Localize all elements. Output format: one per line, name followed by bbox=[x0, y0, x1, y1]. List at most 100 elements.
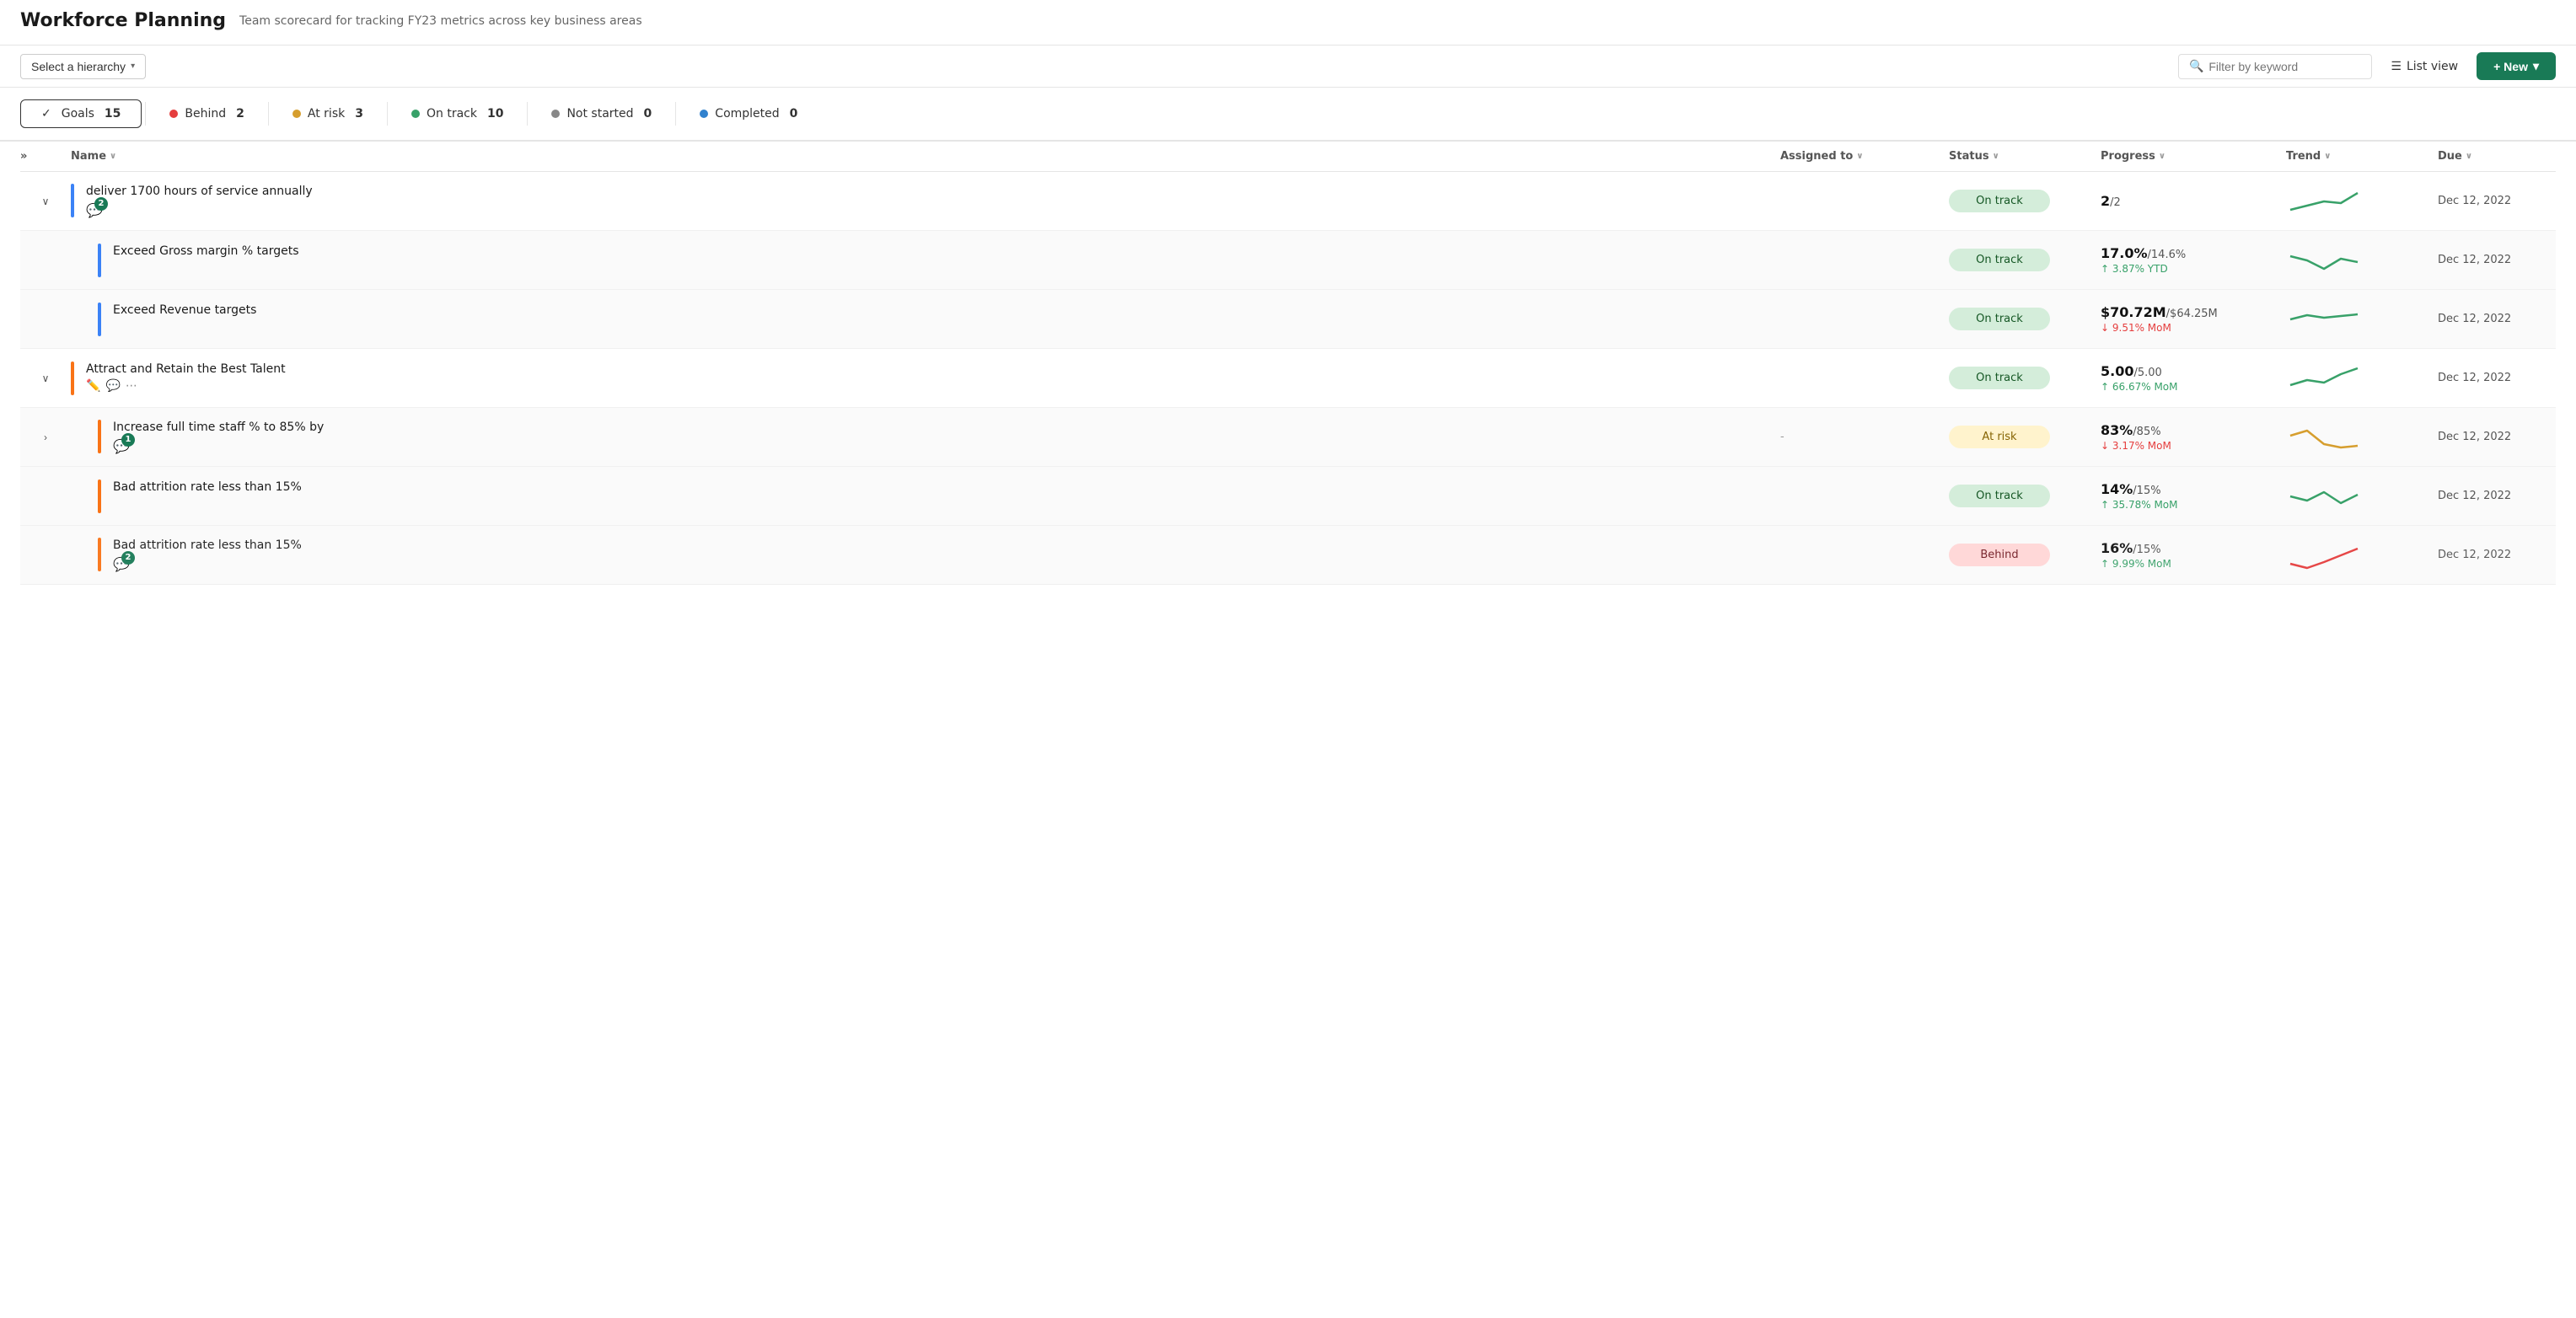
new-button-label: + New bbox=[2493, 60, 2528, 73]
row4-name: Attract and Retain the Best Talent bbox=[86, 362, 286, 378]
row2-progress: 17.0%/14.6% ↑ 3.87% YTD bbox=[2101, 245, 2286, 275]
row7-trend bbox=[2286, 538, 2438, 572]
list-view-label: List view bbox=[2407, 60, 2458, 73]
row3-indicator bbox=[98, 303, 101, 336]
row5-progress-sub: ↓ 3.17% MoM bbox=[2101, 440, 2286, 452]
row2-status-badge: On track bbox=[1949, 249, 2050, 271]
edit-icon[interactable]: ✏️ bbox=[86, 379, 100, 393]
goals-count: 15 bbox=[105, 107, 121, 121]
search-input[interactable] bbox=[2208, 60, 2361, 73]
row3-sparkline bbox=[2286, 303, 2370, 336]
row4-collapse-button[interactable]: ∨ bbox=[39, 369, 53, 388]
row3-progress-main: $70.72M bbox=[2101, 304, 2166, 320]
ontrack-count: 10 bbox=[487, 107, 503, 121]
app-header: Workforce Planning Team scorecard for tr… bbox=[0, 0, 2576, 46]
stats-bar: ✓ Goals 15 Behind 2 At risk 3 On track 1… bbox=[0, 88, 2576, 142]
col-assigned-header[interactable]: Assigned to ∨ bbox=[1780, 150, 1949, 163]
col-expand-header: » bbox=[20, 150, 71, 163]
notstarted-stat[interactable]: Not started 0 bbox=[531, 100, 672, 127]
row5-progress: 83%/85% ↓ 3.17% MoM bbox=[2101, 422, 2286, 452]
behind-stat[interactable]: Behind 2 bbox=[149, 100, 265, 127]
completed-label: Completed bbox=[715, 107, 779, 121]
row4-progress-sub: ↑ 66.67% MoM bbox=[2101, 381, 2286, 393]
table-row: Exceed Gross margin % targets On track 1… bbox=[20, 231, 2556, 290]
row2-sparkline bbox=[2286, 244, 2370, 277]
row6-progress-sub: ↑ 35.78% MoM bbox=[2101, 499, 2286, 511]
row7-name: Bad attrition rate less than 15% bbox=[113, 538, 302, 555]
completed-stat[interactable]: Completed 0 bbox=[679, 100, 818, 127]
row6-trend bbox=[2286, 480, 2438, 513]
row5-indicator bbox=[98, 420, 101, 453]
col-name-header[interactable]: Name ∨ bbox=[71, 150, 1780, 163]
row1-name-col: deliver 1700 hours of service annually 💬… bbox=[71, 184, 1780, 218]
assigned-sort-icon: ∨ bbox=[1856, 152, 1863, 161]
search-icon: 🔍 bbox=[2189, 60, 2203, 73]
hierarchy-select-button[interactable]: Select a hierarchy ▾ bbox=[20, 54, 146, 79]
row1-indicator bbox=[71, 184, 74, 217]
col-status-header[interactable]: Status ∨ bbox=[1949, 150, 2101, 163]
row1-expand-col: ∨ bbox=[20, 192, 71, 211]
row5-status-badge: At risk bbox=[1949, 426, 2050, 448]
row1-sparkline bbox=[2286, 185, 2370, 218]
row6-status: On track bbox=[1949, 485, 2101, 507]
row7-due: Dec 12, 2022 bbox=[2438, 549, 2556, 561]
toolbar: Select a hierarchy ▾ 🔍 ☰ List view + New… bbox=[0, 46, 2576, 88]
row5-comment-badge[interactable]: 💬 1 bbox=[113, 438, 130, 454]
row1-comment-badge[interactable]: 💬 2 bbox=[86, 202, 103, 218]
row4-status-badge: On track bbox=[1949, 367, 2050, 389]
ontrack-stat[interactable]: On track 10 bbox=[391, 100, 523, 127]
row6-name: Bad attrition rate less than 15% bbox=[113, 480, 302, 496]
row4-due: Dec 12, 2022 bbox=[2438, 372, 2556, 384]
row6-progress-main: 14% bbox=[2101, 481, 2133, 497]
row1-progress-target: /2 bbox=[2110, 196, 2121, 209]
atrisk-dot-icon bbox=[292, 110, 301, 118]
row2-name: Exceed Gross margin % targets bbox=[113, 244, 299, 260]
more-icon[interactable]: ⋯ bbox=[126, 379, 137, 393]
row2-due: Dec 12, 2022 bbox=[2438, 254, 2556, 266]
row7-comment-badge[interactable]: 💬 2 bbox=[113, 556, 130, 572]
expand-all-icon[interactable]: » bbox=[20, 150, 27, 163]
row5-expand-button[interactable]: › bbox=[40, 428, 51, 447]
row2-name-col: Exceed Gross margin % targets bbox=[71, 244, 1780, 277]
row7-progress-target: /15% bbox=[2133, 544, 2160, 556]
row7-comment-count: 2 bbox=[121, 551, 135, 565]
row4-sparkline bbox=[2286, 362, 2370, 395]
divider-3 bbox=[387, 102, 388, 126]
goals-stat[interactable]: ✓ Goals 15 bbox=[20, 99, 142, 128]
row7-progress: 16%/15% ↑ 9.99% MoM bbox=[2101, 540, 2286, 570]
trend-sort-icon: ∨ bbox=[2324, 152, 2331, 161]
atrisk-count: 3 bbox=[355, 107, 363, 121]
col-due-header[interactable]: Due ∨ bbox=[2438, 150, 2556, 163]
check-icon: ✓ bbox=[41, 107, 51, 121]
row3-name-col: Exceed Revenue targets bbox=[71, 303, 1780, 336]
search-container: 🔍 bbox=[2178, 54, 2372, 79]
ontrack-label: On track bbox=[427, 107, 477, 121]
row7-progress-sub: ↑ 9.99% MoM bbox=[2101, 558, 2286, 570]
row1-name: deliver 1700 hours of service annually bbox=[86, 184, 313, 201]
table-container: » Name ∨ Assigned to ∨ Status ∨ Progress… bbox=[0, 142, 2576, 585]
row5-progress-main: 83% bbox=[2101, 422, 2133, 438]
row5-comment-count: 1 bbox=[121, 433, 135, 447]
new-chevron-icon: ▾ bbox=[2533, 59, 2539, 73]
table-row: Exceed Revenue targets On track $70.72M/… bbox=[20, 290, 2556, 349]
table-row: Bad attrition rate less than 15% On trac… bbox=[20, 467, 2556, 526]
row4-status: On track bbox=[1949, 367, 2101, 389]
completed-count: 0 bbox=[790, 107, 798, 121]
row4-indicator bbox=[71, 362, 74, 395]
divider-5 bbox=[675, 102, 676, 126]
row3-status-badge: On track bbox=[1949, 308, 2050, 330]
goals-label: Goals bbox=[62, 107, 94, 121]
row1-status: On track bbox=[1949, 190, 2101, 212]
list-view-button[interactable]: ☰ List view bbox=[2382, 55, 2466, 78]
completed-dot-icon bbox=[700, 110, 708, 118]
row3-progress-sub: ↓ 9.51% MoM bbox=[2101, 322, 2286, 334]
row1-collapse-button[interactable]: ∨ bbox=[39, 192, 53, 211]
atrisk-stat[interactable]: At risk 3 bbox=[272, 100, 384, 127]
comment-icon[interactable]: 💬 bbox=[105, 379, 120, 393]
col-trend-header[interactable]: Trend ∨ bbox=[2286, 150, 2438, 163]
notstarted-dot-icon bbox=[551, 110, 560, 118]
notstarted-label: Not started bbox=[566, 107, 633, 121]
col-progress-header[interactable]: Progress ∨ bbox=[2101, 150, 2286, 163]
row5-status: At risk bbox=[1949, 426, 2101, 448]
new-button[interactable]: + New ▾ bbox=[2477, 52, 2556, 80]
